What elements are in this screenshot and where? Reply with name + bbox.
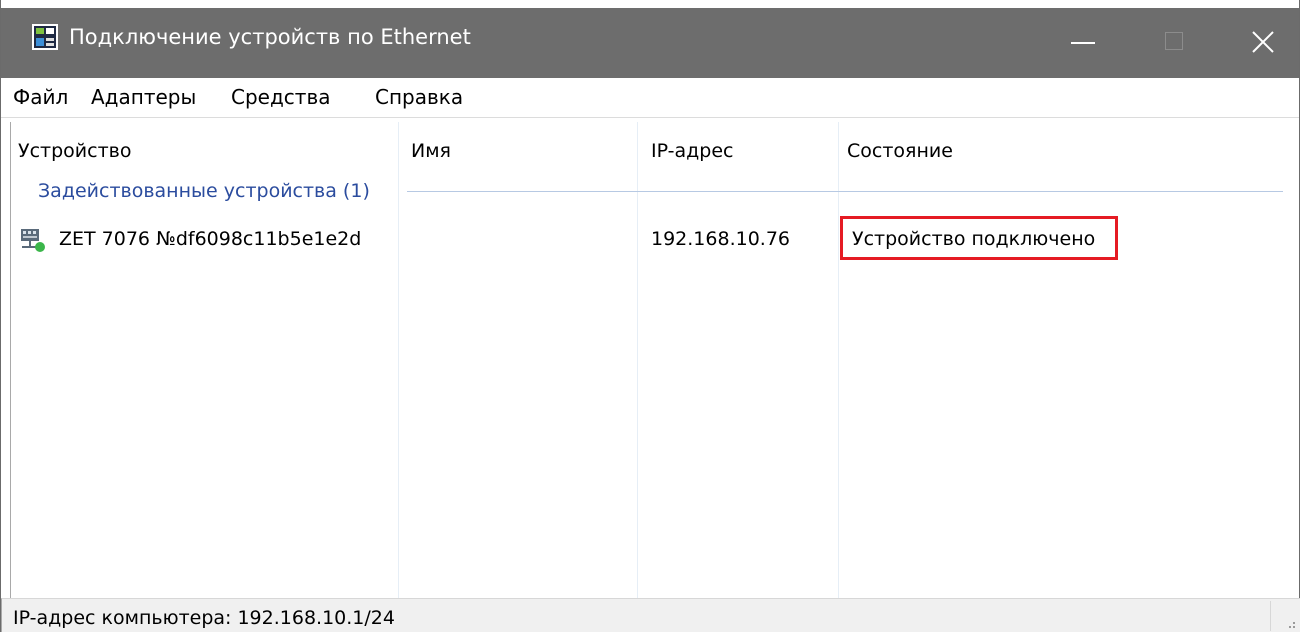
column-separator [838,122,839,598]
minimize-icon [1071,42,1095,44]
status-separator [1270,601,1271,631]
menu-item-help[interactable]: Справка [375,82,463,112]
column-header-ip[interactable]: IP-адрес [651,136,733,166]
column-separator [637,122,638,598]
minimize-button[interactable] [1037,8,1129,78]
resize-grip-icon[interactable] [1286,619,1296,629]
device-ip-cell: 192.168.10.76 [651,228,791,250]
menu-item-tools[interactable]: Средства [231,82,330,112]
status-bar: IP-адрес компьютера: 192.168.10.1/24 [1,598,1300,632]
computer-ip-label: IP-адрес компьютера: 192.168.10.1/24 [13,607,395,629]
menu-item-file[interactable]: Файл [13,82,68,112]
close-icon [1252,31,1274,53]
column-header-name[interactable]: Имя [411,136,451,166]
menu-bar: Файл Адаптеры Средства Справка [1,78,1299,118]
column-separator [398,122,399,598]
app-window: Подключение устройств по Ethernet Файл А… [0,0,1300,632]
group-header-active-devices[interactable]: Задействованные устройства (1) [38,176,370,206]
app-network-icon [32,24,58,50]
menu-item-adapters[interactable]: Адаптеры [91,82,196,112]
column-header-status[interactable]: Состояние [847,136,953,166]
close-button[interactable] [1221,8,1300,78]
title-bar[interactable]: Подключение устройств по Ethernet [1,0,1299,78]
status-highlight-box [840,216,1118,260]
maximize-button[interactable] [1129,8,1221,78]
maximize-icon [1165,32,1183,50]
device-list[interactable]: Устройство Имя IP-адрес Состояние Задейс… [10,122,1292,598]
network-device-icon [21,229,45,252]
window-title: Подключение устройств по Ethernet [69,25,471,49]
device-name-cell: ZET 7076 №df6098c11b5e1e2d [59,228,362,250]
column-header-device[interactable]: Устройство [18,136,131,166]
group-divider [407,191,1283,192]
